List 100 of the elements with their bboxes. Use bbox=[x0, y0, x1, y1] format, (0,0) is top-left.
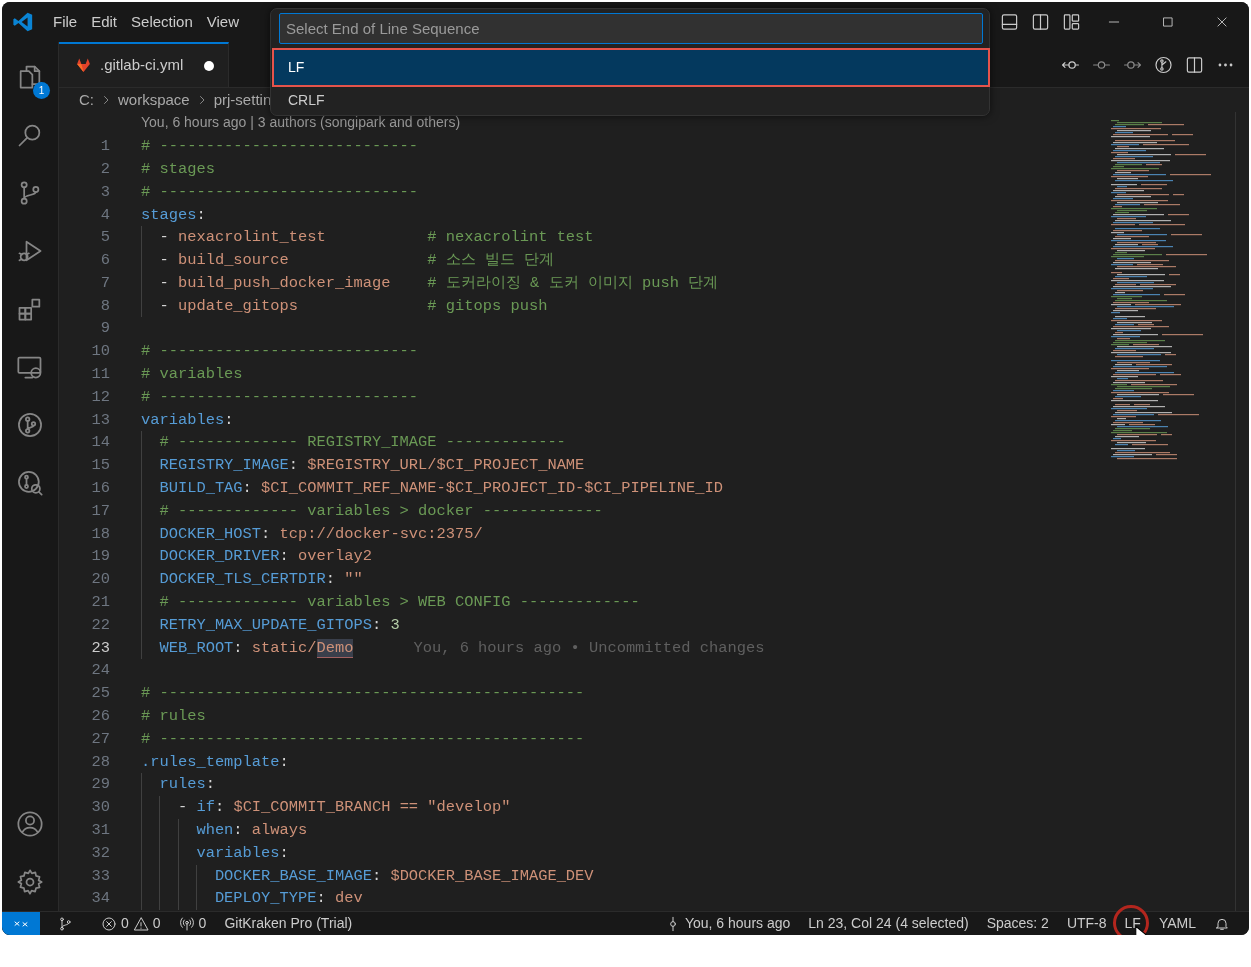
code-line: variables: bbox=[141, 409, 234, 431]
code-line: # rules bbox=[141, 706, 206, 728]
line-number: 22 bbox=[90, 614, 110, 636]
problems-button[interactable]: 0 0 bbox=[92, 911, 170, 935]
code-line: # ---------------------------------------------- bbox=[141, 683, 585, 705]
status-item[interactable]: UTF-8 bbox=[1057, 911, 1116, 935]
code-line: # variables bbox=[141, 364, 243, 386]
line-number: 29 bbox=[90, 774, 110, 796]
settings-icon[interactable] bbox=[16, 868, 44, 896]
code-line: DOCKER_BASE_IMAGE: $DOCKER_BASE_IMAGE_DEV bbox=[141, 864, 594, 888]
error-icon bbox=[101, 915, 117, 932]
line-number: 27 bbox=[90, 728, 110, 750]
line-number: 21 bbox=[90, 592, 110, 614]
code-line: BUILD_TAG: $CI_COMMIT_REF_NAME-$CI_PROJECT_ID-$CI_PIPELINE_ID bbox=[141, 477, 723, 500]
code-lens[interactable]: You, 6 hours ago | 3 authors (songipark and others) bbox=[141, 112, 461, 132]
status-item[interactable]: Ln 23, Col 24 (4 selected) bbox=[799, 911, 978, 935]
split-layout-icon[interactable] bbox=[1031, 12, 1050, 32]
menu-item[interactable]: Edit bbox=[84, 6, 125, 38]
ports-button[interactable]: 0 bbox=[169, 911, 216, 935]
line-number: 30 bbox=[90, 797, 110, 819]
code-line: REGISTRY_IMAGE: $REGISTRY_URL/$CI_PROJECT_NAME bbox=[141, 454, 585, 478]
code-line: DOCKER_TLS_CERTDIR: "" bbox=[141, 568, 363, 592]
line-number: 25 bbox=[90, 683, 110, 705]
fox-icon bbox=[75, 57, 92, 74]
quick-pick-option[interactable]: CRLF bbox=[274, 88, 988, 112]
code-line: # ------------- variables > docker ------------- bbox=[141, 499, 603, 523]
code-line: # ------------- REGISTRY_IMAGE ------------- bbox=[141, 431, 566, 455]
breadcrumb-item[interactable]: prj-settin bbox=[211, 88, 274, 112]
code-line: WEB_ROOT: static/Demo bbox=[141, 636, 354, 660]
code-line: rules: bbox=[141, 773, 215, 797]
line-number: 20 bbox=[90, 569, 110, 591]
line-number: 1 bbox=[99, 136, 110, 158]
line-number: 16 bbox=[90, 478, 110, 500]
logo-icon bbox=[12, 11, 34, 33]
code-line: # ---------------------------------------------- bbox=[141, 728, 585, 750]
line-number: 18 bbox=[90, 523, 110, 545]
status-item[interactable]: Spaces: 2 bbox=[977, 911, 1058, 935]
line-number: 10 bbox=[90, 341, 110, 363]
code-line: - update_gitops # gitops push bbox=[141, 294, 548, 318]
quick-pick-input[interactable]: Select End of Line Sequence bbox=[279, 13, 983, 44]
code-line: DOCKER_HOST: tcp://docker-svc:2375/ bbox=[141, 522, 483, 546]
code-line: # ---------------------------- bbox=[141, 136, 419, 158]
code-line: RETRY_MAX_UPDATE_GITOPS: 3 bbox=[141, 613, 400, 637]
panel-toggle-icon[interactable] bbox=[1000, 12, 1019, 32]
line-number: 11 bbox=[90, 364, 110, 386]
code-line: when: always bbox=[141, 819, 308, 842]
code-line: - nexacrolint_test # nexacrolint test bbox=[141, 226, 594, 250]
code-line: - if: $CI_COMMIT_BRANCH == "develop" bbox=[141, 796, 511, 819]
line-number: 19 bbox=[90, 546, 110, 568]
line-number: 32 bbox=[90, 842, 110, 864]
code-line: DEPLOY_TYPE: dev bbox=[141, 887, 363, 911]
line-number: 13 bbox=[90, 409, 110, 431]
warning-icon bbox=[132, 915, 149, 932]
maximize-icon[interactable] bbox=[1161, 15, 1175, 29]
code-line: - build_push_docker_image # 도커라이징 & 도커 이미지 push 단계 bbox=[141, 271, 719, 295]
code-line: variables: bbox=[141, 841, 289, 865]
account-icon[interactable] bbox=[16, 810, 44, 838]
status-item[interactable]: YAML bbox=[1149, 911, 1205, 935]
breadcrumb-item[interactable]: C: bbox=[77, 88, 96, 112]
layout-icon[interactable] bbox=[1062, 12, 1081, 32]
code-line: .rules_template: bbox=[141, 751, 289, 773]
menu-item[interactable]: View bbox=[199, 6, 246, 38]
line-number: 33 bbox=[90, 865, 110, 887]
line-number: 14 bbox=[90, 432, 110, 454]
line-number: 23 bbox=[90, 637, 110, 659]
code-line: # ---------------------------- bbox=[141, 181, 419, 203]
code-line: # ------------- variables > WEB CONFIG ------------- bbox=[141, 591, 640, 614]
code-line: # ---------------------------- bbox=[141, 341, 419, 363]
line-number: 28 bbox=[90, 751, 110, 773]
line-number: 5 bbox=[99, 227, 110, 249]
branch-circle-icon[interactable] bbox=[1154, 55, 1173, 75]
editor-tab[interactable]: .gitlab-ci.yml bbox=[59, 42, 229, 87]
code-line: - build_source # 소스 빌드 단계 bbox=[141, 249, 555, 272]
menu-item[interactable]: Selection bbox=[124, 6, 200, 38]
line-number: 3 bbox=[99, 181, 110, 203]
line-number: 15 bbox=[90, 455, 110, 477]
inspect-icon[interactable] bbox=[16, 469, 44, 497]
status-item[interactable]: GitKraken Pro (Trial) bbox=[215, 911, 362, 935]
line-number: 24 bbox=[90, 660, 110, 682]
notification-badge: 1 bbox=[33, 82, 50, 99]
line-number: 17 bbox=[90, 500, 110, 522]
split-editor-icon[interactable] bbox=[1185, 55, 1204, 75]
close-icon[interactable] bbox=[1215, 15, 1229, 29]
blame-status-button[interactable]: You, 6 hours ago bbox=[655, 911, 800, 935]
line-number: 8 bbox=[99, 295, 110, 317]
code-line: DOCKER_DRIVER: overlay2 bbox=[141, 545, 372, 569]
quick-pick-option[interactable]: LF bbox=[274, 50, 988, 85]
line-number: 7 bbox=[99, 272, 110, 294]
breadcrumb-item[interactable]: workspace bbox=[116, 88, 192, 112]
line-number: 6 bbox=[99, 250, 110, 272]
code-line: # ---------------------------- bbox=[141, 386, 419, 408]
line-number: 2 bbox=[99, 158, 110, 180]
code-line: # stages bbox=[141, 158, 215, 180]
line-number: 34 bbox=[90, 888, 110, 910]
line-number: 4 bbox=[99, 204, 110, 226]
branch-circle-icon[interactable] bbox=[16, 411, 44, 439]
line-number: 12 bbox=[90, 386, 110, 408]
line-number: 26 bbox=[90, 706, 110, 728]
menu-item[interactable]: File bbox=[46, 6, 85, 38]
blame-annotation: You, 6 hours ago • Uncommitted changes bbox=[413, 637, 765, 659]
